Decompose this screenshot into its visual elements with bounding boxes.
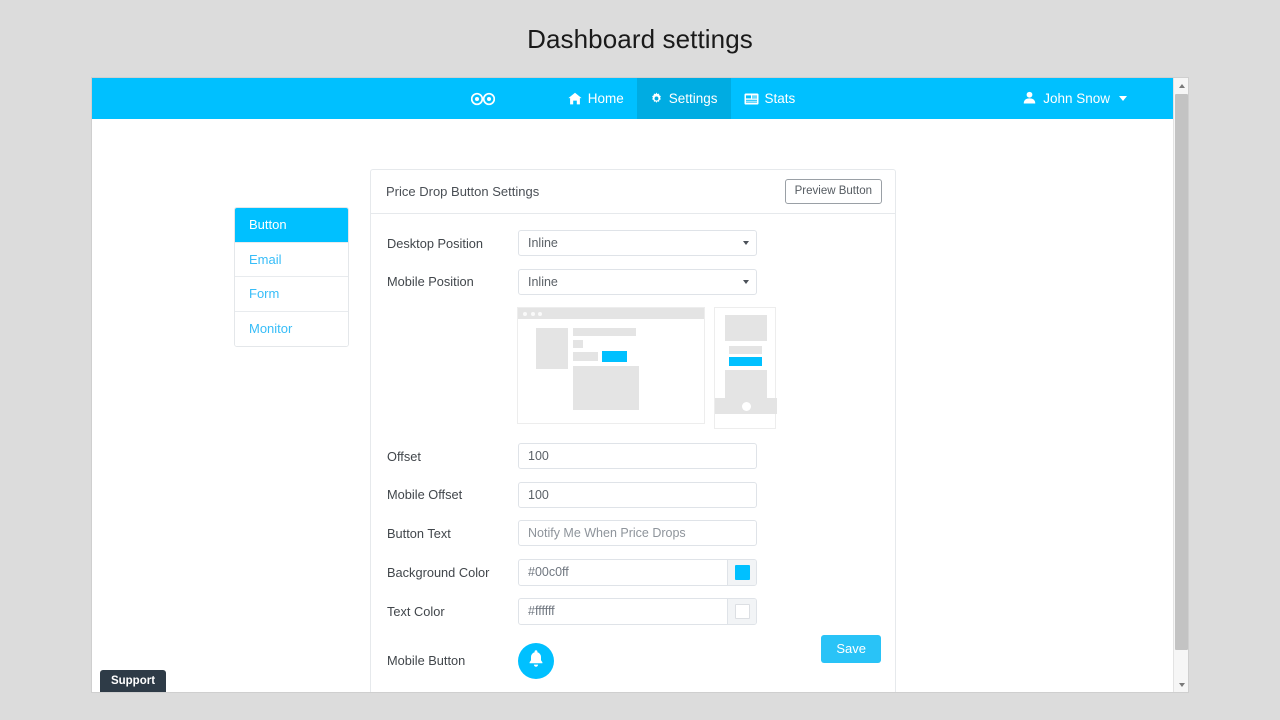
nav-item-settings-label: Settings bbox=[669, 91, 718, 106]
mockup-cta-button bbox=[602, 351, 627, 362]
mockup-content-block bbox=[573, 366, 639, 410]
phone-home-button bbox=[742, 402, 751, 411]
mockup-dot bbox=[538, 312, 542, 316]
desktop-position-label: Desktop Position bbox=[387, 236, 518, 251]
chevron-down-icon bbox=[743, 241, 749, 245]
mockup-title-block bbox=[573, 328, 636, 336]
gear-icon bbox=[650, 92, 663, 105]
scrollbar-thumb[interactable] bbox=[1175, 94, 1188, 650]
sidebar-item-button[interactable]: Button bbox=[235, 208, 348, 243]
text-color-picker[interactable] bbox=[727, 599, 756, 624]
form-row-mobile-button: Mobile Button bbox=[371, 643, 895, 679]
phone-screen bbox=[720, 313, 770, 414]
mockup-dot bbox=[531, 312, 535, 316]
position-preview bbox=[517, 307, 895, 429]
user-icon bbox=[1023, 91, 1036, 107]
offset-label: Offset bbox=[387, 449, 518, 464]
vertical-scrollbar[interactable] bbox=[1173, 78, 1188, 692]
triangle-up-icon bbox=[1179, 84, 1185, 88]
mobile-position-select[interactable]: Inline bbox=[518, 269, 757, 295]
background-color-label: Background Color bbox=[387, 565, 518, 580]
background-color-picker[interactable] bbox=[727, 560, 756, 585]
form-row-mobile-offset: Mobile Offset 100 bbox=[371, 482, 895, 508]
mockup-small-block bbox=[573, 340, 583, 348]
user-menu[interactable]: John Snow bbox=[1023, 78, 1127, 119]
form-row-button-text: Button Text Notify Me When Price Drops bbox=[371, 520, 895, 546]
form-row-background-color: Background Color #00c0ff bbox=[371, 559, 895, 586]
mockup-page-body bbox=[518, 319, 704, 423]
background-color-group: #00c0ff bbox=[518, 559, 757, 586]
mockup-price-block bbox=[729, 346, 762, 354]
mobile-offset-label: Mobile Offset bbox=[387, 487, 518, 502]
nav-item-stats[interactable]: Stats bbox=[731, 78, 809, 119]
button-text-input[interactable]: Notify Me When Price Drops bbox=[518, 520, 757, 546]
desktop-preview-mockup bbox=[517, 307, 705, 424]
sidebar-item-email[interactable]: Email bbox=[235, 243, 348, 278]
mockup-content-block bbox=[725, 370, 767, 399]
navbar-center-group: Home Settings bbox=[92, 78, 1173, 119]
content-area: Button Email Form Monitor Price Drop But… bbox=[92, 119, 1173, 692]
panel-title: Price Drop Button Settings bbox=[386, 184, 539, 199]
button-text-label: Button Text bbox=[387, 526, 518, 541]
settings-sidebar: Button Email Form Monitor bbox=[234, 207, 349, 347]
text-color-label: Text Color bbox=[387, 604, 518, 619]
chevron-down-icon bbox=[743, 280, 749, 284]
chevron-down-icon bbox=[1119, 96, 1127, 101]
settings-panel: Price Drop Button Settings Preview Butto… bbox=[370, 169, 896, 692]
color-swatch bbox=[735, 604, 750, 619]
nav-item-home-label: Home bbox=[588, 91, 624, 106]
stats-card-icon bbox=[744, 93, 759, 105]
top-navbar: Home Settings bbox=[92, 78, 1173, 119]
mockup-image-block bbox=[725, 315, 767, 341]
browser-window: Home Settings bbox=[92, 78, 1188, 692]
navbar-menu: Home Settings bbox=[555, 78, 809, 119]
mockup-cta-button bbox=[729, 357, 762, 366]
mockup-image-block bbox=[536, 328, 568, 369]
form-row-text-color: Text Color #ffffff bbox=[371, 598, 895, 625]
home-icon bbox=[568, 92, 582, 105]
nav-item-home[interactable]: Home bbox=[555, 78, 637, 119]
text-color-input[interactable]: #ffffff bbox=[519, 599, 727, 624]
save-button-wrap: Save bbox=[821, 635, 881, 663]
offset-input[interactable]: 100 bbox=[518, 443, 757, 469]
mobile-position-label: Mobile Position bbox=[387, 274, 518, 289]
mockup-dot bbox=[523, 312, 527, 316]
scroll-up-button[interactable] bbox=[1174, 78, 1188, 93]
support-tab[interactable]: Support bbox=[100, 670, 166, 692]
background-color-input[interactable]: #00c0ff bbox=[519, 560, 727, 585]
mobile-position-value: Inline bbox=[528, 275, 558, 289]
mobile-button-preview[interactable] bbox=[518, 643, 554, 679]
form-row-offset: Offset 100 bbox=[371, 443, 895, 469]
panel-body: Desktop Position Inline Mobile Position … bbox=[371, 214, 895, 679]
preview-button[interactable]: Preview Button bbox=[785, 179, 882, 204]
color-swatch bbox=[735, 565, 750, 580]
binoculars-icon[interactable] bbox=[457, 78, 509, 119]
mobile-offset-input[interactable]: 100 bbox=[518, 482, 757, 508]
bell-icon bbox=[527, 649, 545, 673]
form-row-desktop-position: Desktop Position Inline bbox=[371, 230, 895, 256]
mockup-titlebar bbox=[518, 308, 704, 319]
sidebar-item-form[interactable]: Form bbox=[235, 277, 348, 312]
mobile-button-label: Mobile Button bbox=[387, 643, 518, 668]
panel-header: Price Drop Button Settings Preview Butto… bbox=[371, 170, 895, 214]
triangle-down-icon bbox=[1179, 683, 1185, 687]
desktop-position-value: Inline bbox=[528, 236, 558, 250]
scroll-down-button[interactable] bbox=[1174, 677, 1188, 692]
desktop-position-select[interactable]: Inline bbox=[518, 230, 757, 256]
mockup-price-block bbox=[573, 352, 598, 361]
form-row-mobile-position: Mobile Position Inline bbox=[371, 269, 895, 295]
nav-item-stats-label: Stats bbox=[765, 91, 796, 106]
user-name: John Snow bbox=[1043, 91, 1110, 106]
phone-home-bar bbox=[715, 398, 777, 414]
nav-item-settings[interactable]: Settings bbox=[637, 78, 731, 119]
save-button[interactable]: Save bbox=[821, 635, 881, 663]
sidebar-item-monitor[interactable]: Monitor bbox=[235, 312, 348, 347]
text-color-group: #ffffff bbox=[518, 598, 757, 625]
mobile-preview-mockup bbox=[714, 307, 776, 429]
page-title: Dashboard settings bbox=[0, 0, 1280, 78]
